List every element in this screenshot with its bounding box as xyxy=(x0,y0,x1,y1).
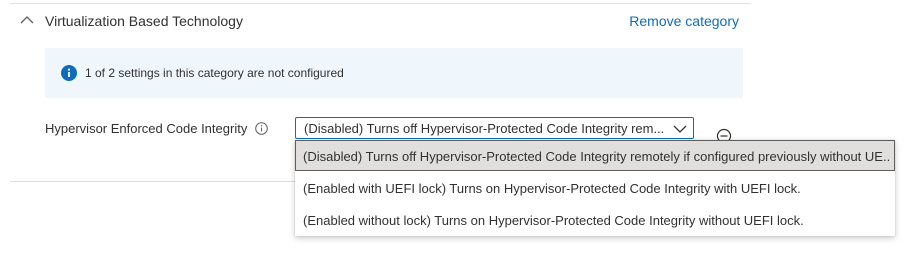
chevron-down-icon xyxy=(673,122,687,134)
dropdown-options-list: (Disabled) Turns off Hypervisor-Protecte… xyxy=(295,140,895,236)
option-label: (Enabled without lock) Turns on Hypervis… xyxy=(303,213,804,228)
info-icon xyxy=(61,65,77,81)
dropdown-option-disabled[interactable]: (Disabled) Turns off Hypervisor-Protecte… xyxy=(295,140,895,171)
setting-info-icon[interactable] xyxy=(255,122,268,135)
top-divider xyxy=(10,3,751,4)
info-banner: 1 of 2 settings in this category are not… xyxy=(45,48,743,98)
remove-category-link[interactable]: Remove category xyxy=(629,13,739,29)
settings-page: Virtualization Based Technology Remove c… xyxy=(0,0,923,255)
chevron-up-icon[interactable] xyxy=(20,13,34,27)
category-header: Virtualization Based Technology Remove c… xyxy=(18,12,743,32)
dropdown-option-enabled-without-lock[interactable]: (Enabled without lock) Turns on Hypervis… xyxy=(295,204,895,235)
setting-label: Hypervisor Enforced Code Integrity xyxy=(45,121,248,136)
option-label: (Disabled) Turns off Hypervisor-Protecte… xyxy=(303,149,891,164)
option-label: (Enabled with UEFI lock) Turns on Hyperv… xyxy=(303,181,801,196)
setting-dropdown[interactable]: (Disabled) Turns off Hypervisor-Protecte… xyxy=(295,117,694,139)
category-title: Virtualization Based Technology xyxy=(45,13,243,29)
dropdown-option-enabled-uefi-lock[interactable]: (Enabled with UEFI lock) Turns on Hyperv… xyxy=(295,172,895,203)
dropdown-selected-value: (Disabled) Turns off Hypervisor-Protecte… xyxy=(304,121,665,136)
info-banner-text: 1 of 2 settings in this category are not… xyxy=(85,66,344,80)
